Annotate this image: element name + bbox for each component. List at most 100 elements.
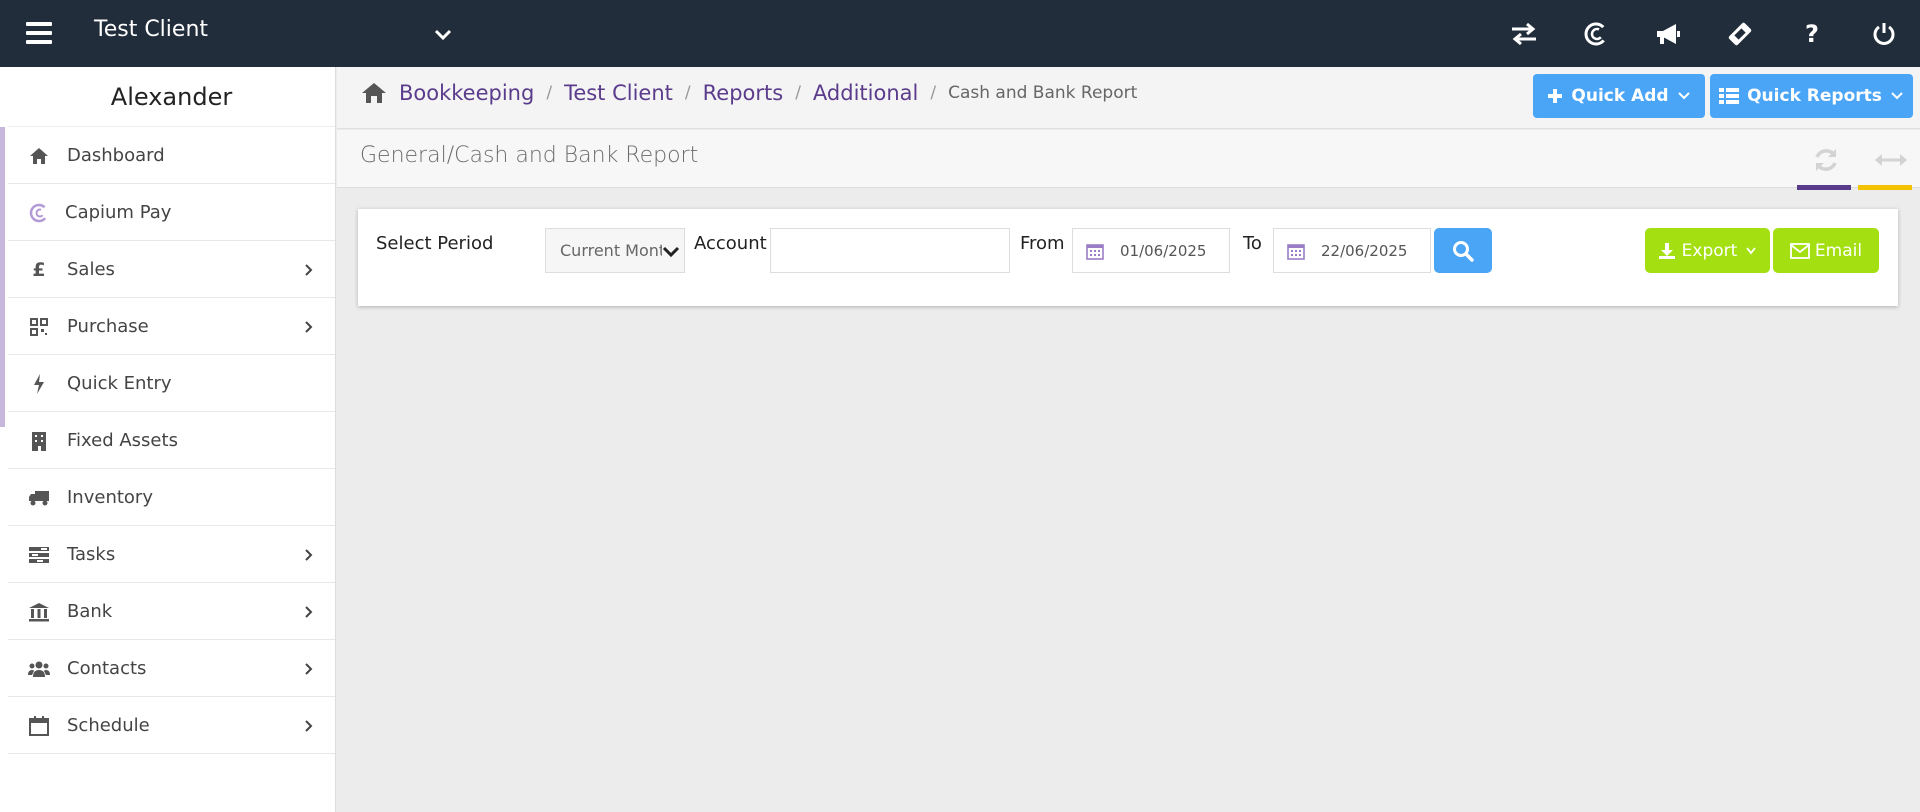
table-list-icon [1719,88,1740,104]
account-label: Account [694,233,767,254]
chevron-down-icon [1677,92,1690,100]
sidebar-item-sales[interactable]: £ Sales [8,241,335,298]
calendar-icon [28,715,50,737]
page-title-bar: General/Cash and Bank Report [337,130,1920,190]
search-button[interactable] [1434,228,1492,273]
breadcrumb-separator: / [930,83,937,103]
bolt-icon [28,373,50,395]
client-chevron-down-icon[interactable] [432,23,454,45]
to-label: To [1243,233,1262,254]
tasks-icon [28,544,50,566]
sidebar-item-bank[interactable]: Bank [8,583,335,640]
expand-horizontal-icon[interactable] [1873,144,1909,176]
sidebar-item-schedule[interactable]: Schedule [8,697,335,754]
quick-reports-button[interactable]: Quick Reports [1710,74,1913,118]
breadcrumb-bar: Bookkeeping / Test Client / Reports / Ad… [337,67,1920,129]
sidebar-item-capium-pay[interactable]: Capium Pay [8,184,335,241]
select-period-label: Select Period [376,233,494,254]
chevron-down-icon [662,242,680,260]
building-icon [28,430,50,452]
email-button[interactable]: Email [1773,228,1879,273]
capium-icon[interactable] [1560,0,1632,67]
home-icon [28,145,50,167]
sidebar-item-fixed-assets[interactable]: Fixed Assets [8,412,335,469]
chevron-right-icon [305,264,313,276]
sidebar-item-label: Sales [67,258,115,280]
client-selector-label[interactable]: Test Client [94,17,208,42]
sidebar: Alexander Dashboard Capium Pay £ Sales P… [0,67,336,812]
quick-add-label: Quick Add [1571,86,1669,106]
account-input[interactable] [770,228,1010,273]
pound-icon: £ [32,259,46,281]
breadcrumb-additional[interactable]: Additional [813,81,918,105]
export-label: Export [1681,240,1738,261]
help-icon[interactable]: ? [1776,0,1848,67]
chevron-right-icon [305,549,313,561]
page-title: General/Cash and Bank Report [360,143,699,168]
email-label: Email [1814,240,1863,261]
to-date-value: 22/06/2025 [1321,241,1408,260]
quick-add-button[interactable]: Quick Add [1533,74,1705,118]
period-select[interactable]: Current Month [545,228,685,273]
sidebar-item-tasks[interactable]: Tasks [8,526,335,583]
sidebar-item-label: Purchase [67,315,149,337]
chevron-right-icon [305,321,313,333]
breadcrumb-separator: / [795,83,801,103]
to-date-field[interactable]: 22/06/2025 [1273,228,1431,273]
top-navbar: Test Client ? [0,0,1920,67]
breadcrumb-separator: / [546,83,553,103]
sidebar-item-label: Bank [67,600,113,622]
menu-toggle-icon[interactable] [26,22,52,44]
export-button[interactable]: Export [1645,228,1770,273]
calendar-icon [1287,243,1305,260]
period-select-value: Current Month [560,241,676,260]
breadcrumb-bookkeeping[interactable]: Bookkeeping [399,81,534,105]
megaphone-icon[interactable] [1632,0,1704,67]
chevron-down-icon [1891,92,1903,100]
breadcrumb-separator: / [684,83,691,103]
sidebar-item-contacts[interactable]: Contacts [8,640,335,697]
quick-reports-label: Quick Reports [1747,86,1882,106]
sidebar-item-purchase[interactable]: Purchase [8,298,335,355]
tab-indicator-purple [1797,185,1851,190]
breadcrumb-reports[interactable]: Reports [703,81,784,105]
top-icon-group: ? [1488,0,1920,67]
power-icon[interactable] [1848,0,1920,67]
breadcrumb-test-client[interactable]: Test Client [564,81,673,105]
chevron-right-icon [305,606,313,618]
sidebar-item-label: Quick Entry [67,372,172,394]
sidebar-item-inventory[interactable]: Inventory [8,469,335,526]
sidebar-item-label: Dashboard [67,144,165,166]
chevron-right-icon [305,720,313,732]
home-icon[interactable] [361,81,387,105]
from-date-value: 01/06/2025 [1120,241,1207,260]
envelope-icon [1790,242,1810,259]
sidebar-item-dashboard[interactable]: Dashboard [8,127,335,184]
breadcrumb-current: Cash and Bank Report [948,83,1138,103]
calendar-icon [1086,243,1104,260]
download-icon [1658,242,1675,259]
plus-icon [1548,89,1563,103]
bank-icon [28,601,50,623]
users-icon [28,658,50,680]
from-label: From [1020,233,1065,254]
refresh-icon[interactable] [1810,144,1842,176]
from-date-field[interactable]: 01/06/2025 [1072,228,1230,273]
report-filter-panel: Select Period Current Month Account From… [358,209,1898,306]
sidebar-item-label: Capium Pay [65,201,172,223]
sidebar-item-label: Schedule [67,714,150,736]
sidebar-item-label: Fixed Assets [67,429,178,451]
capium-pay-icon [28,202,50,224]
sidebar-item-label: Contacts [67,657,147,679]
qrcode-icon [28,316,50,338]
search-icon [1453,240,1474,262]
transfer-icon[interactable] [1488,0,1560,67]
breadcrumb: Bookkeeping / Test Client / Reports / Ad… [361,81,1137,105]
sidebar-item-label: Tasks [67,543,116,565]
ticket-icon[interactable] [1704,0,1776,67]
truck-icon [28,487,50,509]
sidebar-scroll-indicator [0,127,5,427]
sidebar-item-quick-entry[interactable]: Quick Entry [8,355,335,412]
chevron-down-icon [1746,246,1757,254]
tab-indicator-yellow [1858,185,1912,190]
